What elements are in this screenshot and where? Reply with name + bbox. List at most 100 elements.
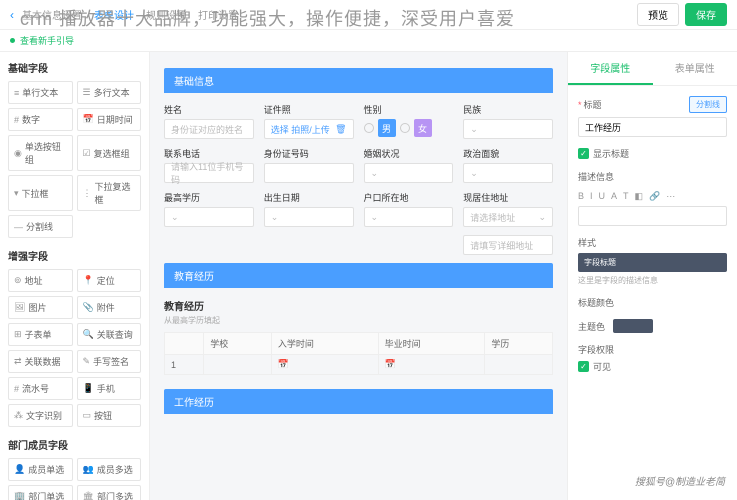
side-section-title: 基础字段: [8, 60, 141, 75]
field-chip[interactable]: 📍定位: [77, 269, 142, 292]
field-chip[interactable]: 📅日期时间: [77, 108, 142, 131]
panel-education[interactable]: 教育经历: [164, 263, 553, 288]
guide-text: 查看新手引导: [20, 34, 74, 47]
side-section-title: 部门成员字段: [8, 437, 141, 452]
field-chip[interactable]: ⊞子表单: [8, 323, 73, 346]
form-field[interactable]: 性别男女: [364, 103, 454, 139]
table-cell[interactable]: 📅: [271, 355, 378, 375]
field-chip[interactable]: ☰多行文本: [77, 81, 142, 104]
visible-checkbox[interactable]: ✓ 可见: [578, 360, 727, 373]
field-label: 出生日期: [264, 191, 354, 204]
table-cell[interactable]: 1: [165, 355, 204, 375]
tab-field-props[interactable]: 字段属性: [568, 52, 653, 85]
table-cell[interactable]: [204, 355, 272, 375]
field-chip[interactable]: 📎附件: [77, 296, 142, 319]
field-chip[interactable]: ◉单选按钮组: [8, 135, 73, 171]
field-chip[interactable]: ✎手写签名: [77, 350, 142, 373]
style-label: 样式: [578, 236, 727, 249]
color-icon[interactable]: ◧: [635, 191, 644, 202]
divider-button[interactable]: 分割线: [689, 96, 727, 113]
back-arrow-icon[interactable]: ‹: [10, 8, 14, 22]
form-input[interactable]: 身份证对应的姓名: [164, 119, 254, 139]
field-chip[interactable]: 🖼图片: [8, 296, 73, 319]
panel-work[interactable]: 工作经历: [164, 389, 553, 414]
link-icon[interactable]: 🔗: [649, 191, 660, 202]
radio-dot[interactable]: [400, 123, 410, 133]
save-button[interactable]: 保存: [685, 3, 727, 26]
field-chip[interactable]: ▾下拉框: [8, 175, 73, 211]
show-title-checkbox[interactable]: ✓ 显示标题: [578, 147, 727, 160]
radio-female[interactable]: 女: [414, 119, 432, 137]
title-input[interactable]: [578, 117, 727, 137]
form-input[interactable]: [364, 207, 454, 227]
size-icon[interactable]: T: [623, 191, 629, 202]
form-field[interactable]: 民族: [463, 103, 553, 139]
field-icon: ⁂: [14, 410, 23, 421]
field-chip[interactable]: ⁂文字识别: [8, 404, 73, 427]
style-preview[interactable]: 字段标题: [578, 253, 727, 272]
field-chip[interactable]: 🏛部门多选: [77, 485, 142, 500]
form-field[interactable]: 最高学历: [164, 191, 254, 227]
form-input[interactable]: 选择 拍照/上传🗑: [264, 119, 354, 139]
field-chip[interactable]: 🏢部门单选: [8, 485, 73, 500]
form-field[interactable]: 户口所在地: [364, 191, 454, 227]
radio-dot[interactable]: [364, 123, 374, 133]
underline-icon[interactable]: U: [599, 191, 606, 202]
font-icon[interactable]: A: [611, 191, 617, 202]
field-label: 民族: [463, 103, 553, 116]
more-icon[interactable]: ⋯: [666, 191, 675, 202]
field-chip[interactable]: ⋮下拉复选框: [77, 175, 142, 211]
desc-input[interactable]: [578, 206, 727, 226]
field-icon: #: [14, 115, 19, 125]
field-chip[interactable]: ⇄关联数据: [8, 350, 73, 373]
field-icon: 🖼: [14, 302, 25, 313]
panel-basic-info[interactable]: 基础信息: [164, 68, 553, 93]
field-icon: ⋮: [83, 188, 92, 199]
field-chip[interactable]: 👥成员多选: [77, 458, 142, 481]
field-icon: ▭: [83, 410, 92, 421]
form-input[interactable]: [264, 163, 354, 183]
bold-icon[interactable]: B: [578, 191, 584, 202]
field-chip[interactable]: ≡单行文本: [8, 81, 73, 104]
table-row[interactable]: 1 📅📅: [165, 355, 553, 375]
field-icon: ≡: [14, 88, 19, 98]
form-field[interactable]: 身份证号码: [264, 147, 354, 183]
tab-form-props[interactable]: 表单属性: [653, 52, 737, 85]
field-chip[interactable]: 🔍关联查询: [77, 323, 142, 346]
field-chip[interactable]: ▭按钮: [77, 404, 142, 427]
field-chip[interactable]: 📱手机: [77, 377, 142, 400]
form-input[interactable]: [264, 207, 354, 227]
form-field[interactable]: 婚姻状况: [364, 147, 454, 183]
table-cell[interactable]: 📅: [378, 355, 485, 375]
guide-bar[interactable]: 查看新手引导: [0, 30, 737, 52]
field-chip[interactable]: ☑复选框组: [77, 135, 142, 171]
field-chip[interactable]: ⊚地址: [8, 269, 73, 292]
form-field[interactable]: 证件照选择 拍照/上传🗑: [264, 103, 354, 139]
field-chip[interactable]: #数字: [8, 108, 73, 131]
detail-address-input[interactable]: 请填写详细地址: [463, 235, 553, 255]
edu-table-title: 教育经历: [164, 298, 553, 313]
field-label: 最高学历: [164, 191, 254, 204]
table-cell[interactable]: [485, 355, 553, 375]
preview-button[interactable]: 预览: [637, 3, 679, 26]
radio-male[interactable]: 男: [378, 119, 396, 137]
field-chip[interactable]: —分割线: [8, 215, 73, 238]
form-field[interactable]: 出生日期: [264, 191, 354, 227]
theme-color-swatch[interactable]: [613, 319, 653, 333]
form-field[interactable]: 政治面貌: [463, 147, 553, 183]
field-icon: ⊚: [14, 275, 22, 286]
form-field[interactable]: 现居住地址请选择地址: [463, 191, 553, 227]
form-input[interactable]: [463, 119, 553, 139]
form-input[interactable]: [463, 163, 553, 183]
field-chip[interactable]: 👤成员单选: [8, 458, 73, 481]
form-field[interactable]: 联系电话请输入11位手机号码: [164, 147, 254, 183]
field-chip[interactable]: #流水号: [8, 377, 73, 400]
field-label: 姓名: [164, 103, 254, 116]
italic-icon[interactable]: I: [590, 191, 593, 202]
form-field[interactable]: 姓名身份证对应的姓名: [164, 103, 254, 139]
form-input[interactable]: 请输入11位手机号码: [164, 163, 254, 183]
field-icon: #: [14, 384, 19, 394]
form-input[interactable]: [364, 163, 454, 183]
form-input[interactable]: 请选择地址: [463, 207, 553, 227]
form-input[interactable]: [164, 207, 254, 227]
